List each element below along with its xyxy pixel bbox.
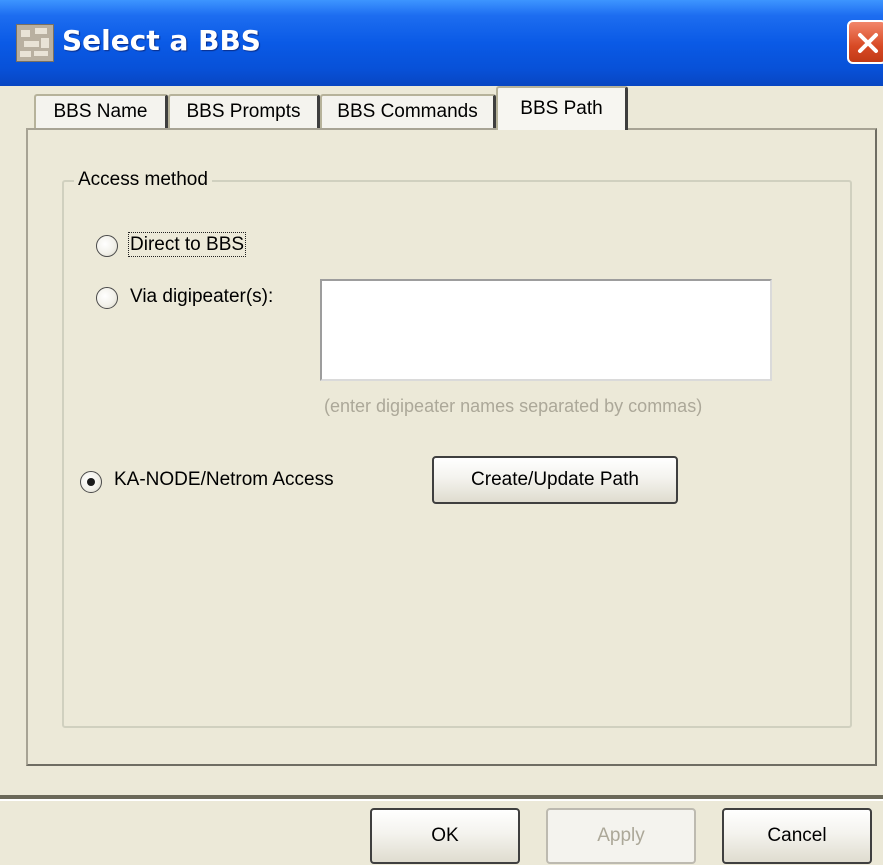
apply-button[interactable]: Apply	[546, 808, 696, 864]
group-legend: Access method	[74, 168, 212, 192]
direct-radio-label[interactable]: Direct to BBS	[127, 232, 247, 257]
create-update-path-button[interactable]: Create/Update Path	[432, 456, 678, 504]
title-bar[interactable]: Select a BBS	[0, 0, 883, 86]
netrom-radio[interactable]	[80, 471, 102, 493]
access-method-group	[62, 180, 852, 728]
footer-separator	[0, 795, 883, 801]
tab-bbs-commands[interactable]: BBS Commands	[320, 94, 496, 128]
digipeater-radio[interactable]	[96, 287, 118, 309]
digipeater-radio-label[interactable]: Via digipeater(s):	[130, 285, 273, 309]
app-icon[interactable]	[16, 24, 54, 62]
cancel-button[interactable]: Cancel	[722, 808, 872, 864]
close-button[interactable]	[847, 20, 883, 64]
close-icon	[858, 33, 878, 53]
direct-radio[interactable]	[96, 235, 118, 257]
tab-label: BBS Path	[520, 98, 603, 119]
tab-bbs-prompts[interactable]: BBS Prompts	[168, 94, 320, 128]
tab-label: BBS Commands	[337, 101, 478, 122]
digipeater-input[interactable]	[320, 279, 772, 381]
tab-bbs-path[interactable]: BBS Path	[496, 86, 628, 130]
radio-selected-dot	[87, 478, 95, 486]
ok-button[interactable]: OK	[370, 808, 520, 864]
netrom-radio-label[interactable]: KA-NODE/Netrom Access	[114, 468, 334, 492]
tab-bbs-name[interactable]: BBS Name	[34, 94, 168, 128]
tab-label: BBS Prompts	[186, 101, 301, 122]
tab-label: BBS Name	[53, 101, 148, 122]
window-title: Select a BBS	[62, 24, 261, 57]
direct-label-text: Direct to BBS	[127, 232, 247, 257]
digipeater-hint: (enter digipeater names separated by com…	[324, 396, 703, 416]
